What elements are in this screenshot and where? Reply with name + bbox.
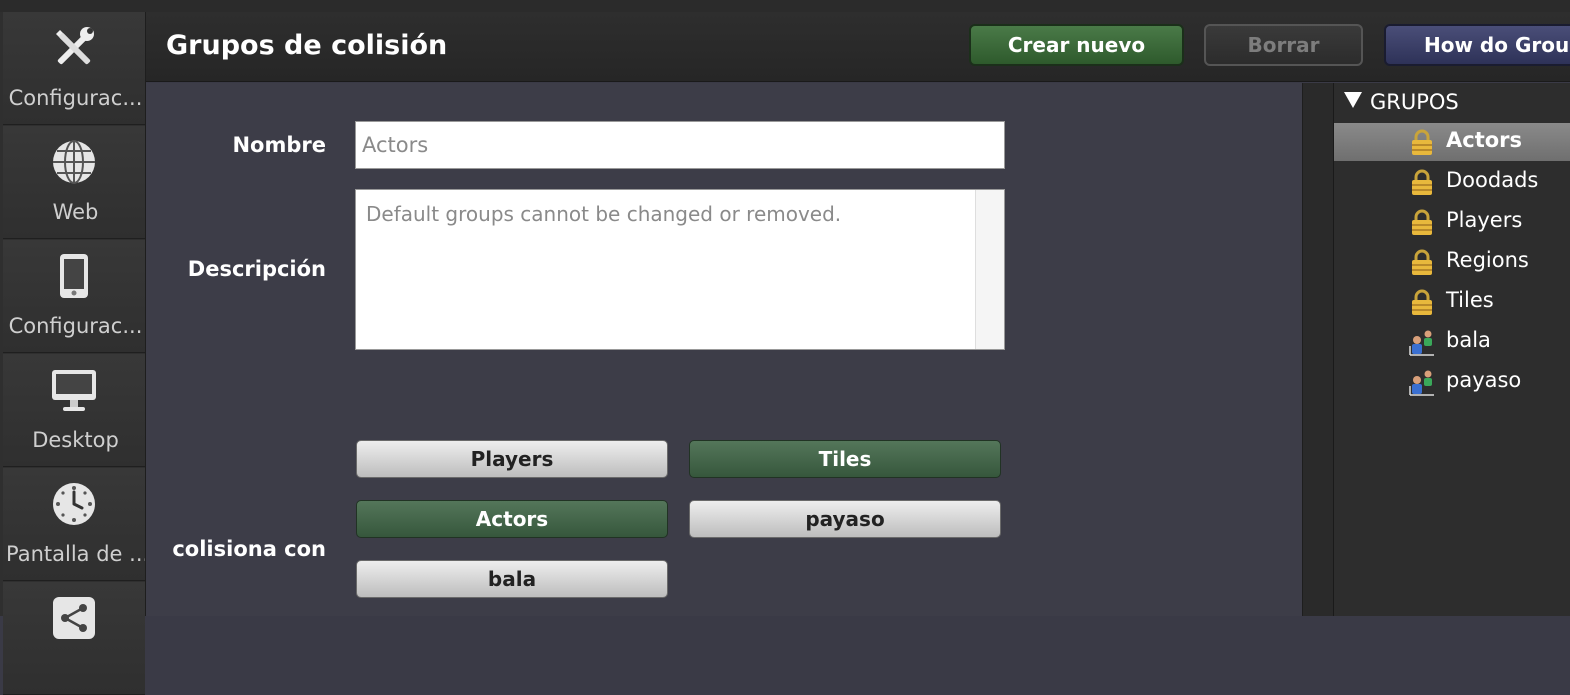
group-item-label: payaso	[1446, 368, 1522, 392]
panel-divider[interactable]	[1302, 83, 1334, 616]
groups-header[interactable]: GRUPOS	[1344, 90, 1459, 114]
sidebar-item-configuracion-movil[interactable]: Configurac...	[3, 240, 145, 353]
name-label: Nombre	[232, 133, 326, 157]
delete-button[interactable]: Borrar	[1204, 24, 1363, 66]
group-item-regions[interactable]: Regions	[1334, 243, 1570, 281]
header-bar: Grupos de colisión Crear nuevo Borrar Ho…	[146, 12, 1570, 82]
sidebar-item-label: Configurac...	[8, 86, 143, 110]
collide-toggle-bala[interactable]: bala	[356, 560, 668, 598]
sidebar-item-web[interactable]: Web	[3, 126, 145, 239]
sidebar-item-share[interactable]	[3, 582, 145, 695]
name-field[interactable]	[355, 121, 1005, 169]
sidebar-item-pantalla[interactable]: Pantalla de ...	[3, 468, 145, 581]
collide-toggle-actors[interactable]: Actors	[356, 500, 668, 538]
group-item-bala[interactable]: bala	[1334, 323, 1570, 361]
group-item-label: Players	[1446, 208, 1523, 232]
clock-icon	[53, 483, 95, 525]
sidebar-item-label: Pantalla de ...	[6, 542, 145, 566]
sidebar-item-label: Configurac...	[8, 314, 143, 338]
group-item-label: Tiles	[1446, 288, 1494, 312]
sidebar-item-configuracion[interactable]: Configurac...	[3, 12, 145, 125]
group-item-label: Actors	[1446, 128, 1523, 152]
share-icon	[53, 597, 95, 639]
lock-icon	[1412, 289, 1432, 315]
sidebar-item-desktop[interactable]: Desktop	[3, 354, 145, 467]
groups-panel: GRUPOS Actors Doodads Players Regions Ti…	[1334, 83, 1570, 616]
group-item-label: bala	[1446, 328, 1491, 352]
description-label: Descripción	[187, 257, 326, 281]
create-new-button[interactable]: Crear nuevo	[969, 24, 1184, 66]
wrench-screwdriver-icon	[56, 27, 94, 65]
tablet-icon	[60, 254, 88, 298]
group-form: Nombre Descripción Default groups cannot…	[146, 83, 1302, 616]
collide-toggle-payaso[interactable]: payaso	[689, 500, 1001, 538]
lock-icon	[1412, 169, 1432, 195]
group-item-payaso[interactable]: payaso	[1334, 363, 1570, 401]
lock-icon	[1412, 249, 1432, 275]
actors-group-icon	[1409, 370, 1434, 396]
group-item-label: Regions	[1446, 248, 1529, 272]
actors-group-icon	[1409, 330, 1434, 356]
top-bar	[0, 0, 1570, 12]
sidebar-item-label: Web	[52, 200, 99, 224]
sidebar-item-label: Desktop	[32, 428, 119, 452]
description-field[interactable]: Default groups cannot be changed or remo…	[355, 189, 1005, 350]
disclosure-triangle-icon	[1344, 92, 1362, 108]
how-do-groups-work-button[interactable]: How do Grou	[1384, 24, 1570, 66]
page-title: Grupos de colisión	[166, 30, 448, 61]
description-scrollbar[interactable]	[975, 190, 1004, 349]
group-item-players[interactable]: Players	[1334, 203, 1570, 241]
groups-header-label: GRUPOS	[1370, 90, 1459, 114]
globe-icon	[53, 140, 95, 184]
lock-icon	[1412, 129, 1432, 155]
description-text: Default groups cannot be changed or remo…	[366, 202, 842, 226]
collide-toggle-tiles[interactable]: Tiles	[689, 440, 1001, 478]
group-item-doodads[interactable]: Doodads	[1334, 163, 1570, 201]
group-item-tiles[interactable]: Tiles	[1334, 283, 1570, 321]
monitor-icon	[52, 370, 96, 411]
collide-toggle-players[interactable]: Players	[356, 440, 668, 478]
group-item-actors[interactable]: Actors	[1334, 123, 1570, 161]
group-item-label: Doodads	[1446, 168, 1539, 192]
collides-with-label: colisiona con	[172, 537, 326, 561]
sidebar: Configurac... Web Configurac... Desktop …	[0, 12, 146, 695]
lock-icon	[1412, 209, 1432, 235]
